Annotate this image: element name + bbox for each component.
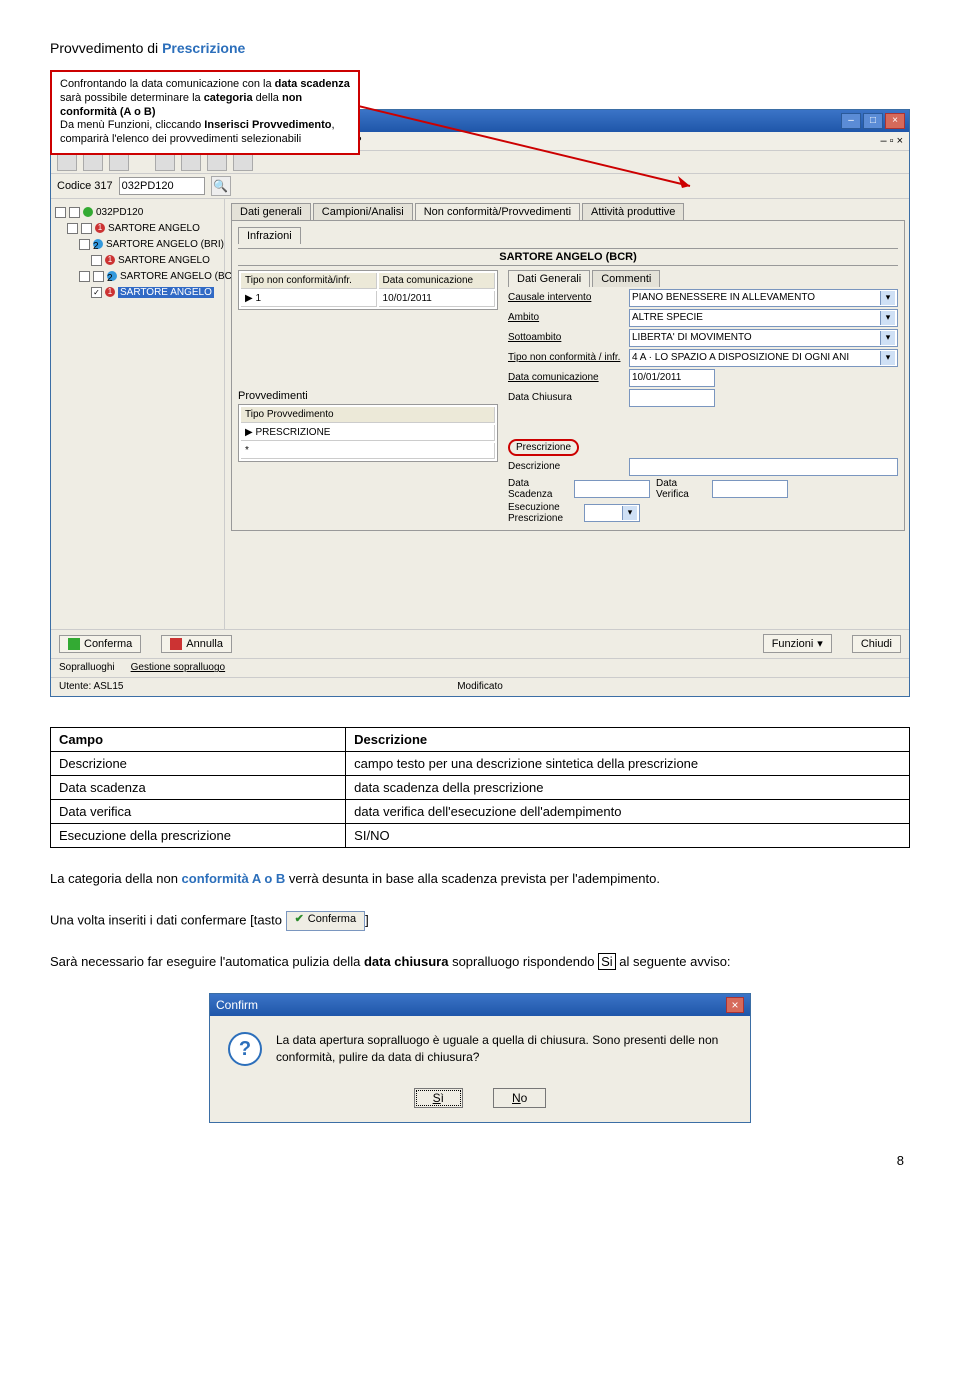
confirm-dialog: Confirm × ? La data apertura sopralluogo…	[209, 993, 751, 1123]
tipo-field[interactable]: 4 A · LO SPAZIO A DISPOSIZIONE DI OGNI A…	[629, 349, 898, 367]
esecuzione-field[interactable]: ▾	[584, 504, 640, 522]
datascad-label: Data Scadenza	[508, 478, 568, 500]
chevron-down-icon[interactable]: ▾	[880, 331, 895, 345]
status-utente: Utente: ASL15	[59, 681, 124, 692]
descrizione-field[interactable]	[629, 458, 898, 476]
page-title: Provvedimento di Prescrizione	[50, 40, 910, 56]
toolbar-btn-4[interactable]	[155, 153, 175, 171]
prescrizione-highlight: Prescrizione	[508, 439, 579, 456]
tab-dati-generali[interactable]: Dati generali	[231, 203, 311, 220]
tab2-dati-generali[interactable]: Dati Generali	[508, 270, 590, 287]
tree-node[interactable]: SARTORE ANGELO (BRI)	[106, 239, 224, 250]
callout-arrow	[350, 76, 710, 206]
dialog-close-icon[interactable]: ×	[726, 997, 744, 1013]
statusbar: Utente: ASL15 Modificato	[51, 677, 909, 696]
minimize-button[interactable]: –	[841, 113, 861, 129]
nonconf-table: Tipo non conformità/infr.Data comunicazi…	[238, 270, 498, 310]
close-button[interactable]: ×	[885, 113, 905, 129]
ambito-field[interactable]: ALTRE SPECIE▾	[629, 309, 898, 327]
esecuzione-label: Esecuzione Prescrizione	[508, 502, 578, 524]
dialog-message: La data apertura sopralluogo è uguale a …	[276, 1032, 732, 1066]
question-icon: ?	[228, 1032, 262, 1066]
tipo-label: Tipo non conformità / infr.	[508, 352, 623, 363]
status-modificato: Modificato	[457, 681, 503, 692]
callout-box: Confrontando la data comunicazione con l…	[50, 70, 360, 155]
table-row[interactable]: ▶ 110/01/2011	[241, 291, 495, 307]
chevron-down-icon[interactable]: ▾	[880, 311, 895, 325]
paragraph-1: La categoria della non conformità A o B …	[50, 870, 910, 889]
heading-prefix: Provvedimento di	[50, 40, 162, 56]
datascad-field[interactable]	[574, 480, 650, 498]
chevron-down-icon: ▾	[817, 637, 823, 650]
dialog-no-button[interactable]: No	[493, 1088, 546, 1108]
datachiusura-label: Data Chiusura	[508, 392, 623, 403]
toolbar-btn-6[interactable]	[207, 153, 227, 171]
window-tabs: Sopralluoghi Gestione sopralluogo	[51, 658, 909, 677]
maximize-button[interactable]: □	[863, 113, 883, 129]
footer-actions: Conferma Annulla Funzioni ▾ Chiudi	[51, 629, 909, 658]
search-icon[interactable]: 🔍	[211, 176, 231, 196]
annulla-button[interactable]: Annulla	[161, 635, 232, 653]
mdi-close-icon[interactable]: – ▫ ×	[880, 135, 903, 147]
tree-root[interactable]: 032PD120	[96, 207, 143, 218]
sottoambito-field[interactable]: LIBERTA' DI MOVIMENTO▾	[629, 329, 898, 347]
chiudi-button[interactable]: Chiudi	[852, 635, 901, 653]
cancel-icon	[170, 638, 182, 650]
dialog-yes-button[interactable]: Sì	[414, 1088, 463, 1108]
dialog-title: Confirm	[216, 998, 258, 1012]
chevron-down-icon[interactable]: ▾	[880, 351, 895, 365]
wtab-gestione[interactable]: Gestione sopralluogo	[131, 662, 226, 673]
codice-label: Codice 317	[57, 180, 113, 192]
causale-field[interactable]: PIANO BENESSERE IN ALLEVAMENTO▾	[629, 289, 898, 307]
paragraph-3: Sarà necessario far eseguire l'automatic…	[50, 953, 910, 972]
paragraph-2: Una volta inseriti i dati confermare [ta…	[50, 911, 910, 931]
datachiusura-field[interactable]	[629, 389, 715, 407]
sottoambito-label: Sottoambito	[508, 332, 623, 343]
conferma-inline-button: ✔Conferma	[286, 911, 366, 931]
ambito-label: Ambito	[508, 312, 623, 323]
tree-panel: 032PD120 1SARTORE ANGELO 2SARTORE ANGELO…	[51, 199, 225, 629]
toolbar-btn-1[interactable]	[57, 153, 77, 171]
toolbar-btn-3[interactable]	[109, 153, 129, 171]
conferma-button[interactable]: Conferma	[59, 635, 141, 653]
dataverif-field[interactable]	[712, 480, 788, 498]
tree-node[interactable]: SARTORE ANGELO	[118, 255, 210, 266]
dialog-titlebar: Confirm ×	[210, 994, 750, 1016]
toolbar-btn-7[interactable]	[233, 153, 253, 171]
codice-input[interactable]	[119, 177, 205, 195]
chevron-down-icon[interactable]: ▾	[622, 506, 637, 520]
provvedimenti-label: Provvedimenti	[238, 390, 498, 402]
wtab-sopralluoghi[interactable]: Sopralluoghi	[59, 662, 115, 673]
subtab-infrazioni[interactable]: Infrazioni	[238, 227, 301, 244]
toolbar-btn-5[interactable]	[181, 153, 201, 171]
toolbar-btn-2[interactable]	[83, 153, 103, 171]
tree-node-selected[interactable]: SARTORE ANGELO	[118, 287, 214, 298]
table-row-new[interactable]: *	[241, 443, 495, 459]
heading-term: Prescrizione	[162, 40, 245, 56]
dataverif-label: Data Verifica	[656, 478, 706, 500]
funzioni-button[interactable]: Funzioni ▾	[763, 634, 832, 653]
causale-label: Causale intervento	[508, 292, 623, 303]
tree-node[interactable]: SARTORE ANGELO	[108, 223, 200, 234]
company-header: SARTORE ANGELO (BCR)	[238, 248, 898, 266]
datacom-field[interactable]: 10/01/2011	[629, 369, 715, 387]
datacom-label: Data comunicazione	[508, 372, 623, 383]
provvedimenti-table: Tipo Provvedimento ▶ PRESCRIZIONE *	[238, 404, 498, 462]
descrizione-label: Descrizione	[508, 461, 623, 472]
tab2-commenti[interactable]: Commenti	[592, 270, 660, 287]
legend-table: CampoDescrizione Descrizionecampo testo …	[50, 727, 910, 848]
table-row[interactable]: ▶ PRESCRIZIONE	[241, 425, 495, 441]
page-number: 8	[50, 1123, 910, 1168]
check-icon	[68, 638, 80, 650]
chevron-down-icon[interactable]: ▾	[880, 291, 895, 305]
